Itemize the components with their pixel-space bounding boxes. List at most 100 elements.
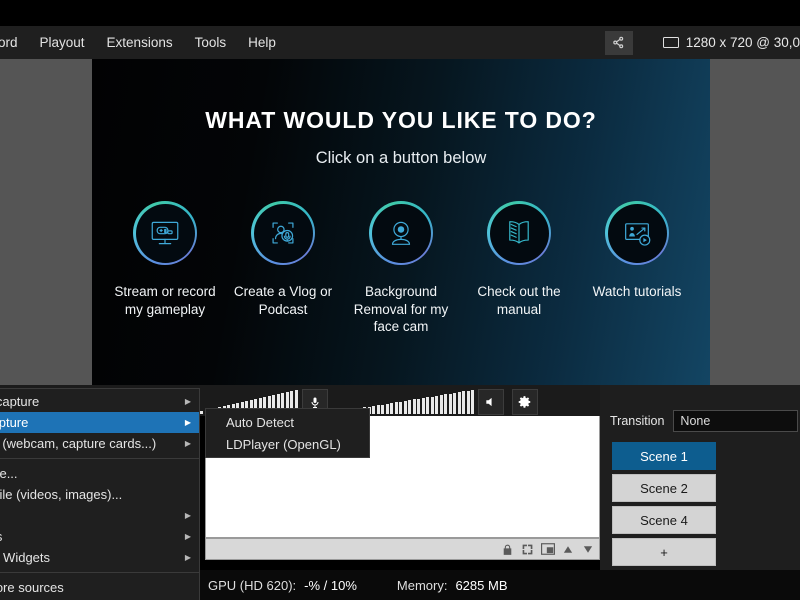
meter-bar xyxy=(426,397,429,414)
title-strip xyxy=(0,0,800,26)
menu-item-tools[interactable]: Tools xyxy=(184,26,238,59)
meter-bar xyxy=(430,396,434,414)
scene-button-scene-4[interactable]: Scene 4 xyxy=(612,506,716,534)
left-dock-panel xyxy=(0,59,92,385)
menu-item-extensions[interactable]: Extensions xyxy=(96,26,184,59)
meter-bar xyxy=(439,395,443,414)
meter-bar xyxy=(417,398,420,414)
sources-toolbar xyxy=(205,538,600,560)
speaker-icon[interactable] xyxy=(478,389,504,415)
meter-bar xyxy=(421,397,425,414)
meter-bar xyxy=(394,402,398,414)
menu-bar-right: 1280 x 720 @ 30,0 xyxy=(604,26,800,59)
menu-separator xyxy=(0,458,199,459)
welcome-card-row: Stream or record my gameplay Create a Vl… xyxy=(92,201,710,336)
context-menu-item-label: n capture xyxy=(0,394,40,409)
welcome-card-5[interactable]: Watch tutorials xyxy=(578,201,696,336)
move-up-icon[interactable] xyxy=(559,541,576,558)
transition-select[interactable]: None xyxy=(673,410,799,432)
context-menu-item[interactable]: es (webcam, capture cards...) ▶ xyxy=(0,433,199,454)
welcome-card-4[interactable]: Check out the manual xyxy=(460,201,578,336)
welcome-card-1[interactable]: Stream or record my gameplay xyxy=(106,201,224,336)
menu-item-help[interactable]: Help xyxy=(237,26,287,59)
page-title: WHAT WOULD YOU LIKE TO DO? xyxy=(205,107,597,133)
welcome-card-label: Check out the manual xyxy=(477,284,561,317)
lock-icon[interactable] xyxy=(499,541,516,558)
context-menu-item[interactable]: age... xyxy=(0,463,199,484)
menu-item-ord[interactable]: ord xyxy=(0,26,29,59)
welcome-card-label: Watch tutorials xyxy=(592,284,682,299)
resolution-indicator: 1280 x 720 @ 30,0 xyxy=(662,35,800,50)
memory-status: Memory: 6285 MB xyxy=(397,578,508,593)
meter-bar xyxy=(390,403,393,414)
context-menu-item[interactable]: capture ▶ xyxy=(0,412,199,433)
gpu-value: -% / 10% xyxy=(304,577,357,593)
meter-bar xyxy=(435,395,438,414)
monitor-gamepad-icon xyxy=(135,203,195,263)
person-mic-focus-icon xyxy=(253,203,313,263)
chevron-right-icon: ▶ xyxy=(184,553,191,562)
menu-bar: ord Playout Extensions Tools Help 1280 x 720… xyxy=(0,26,800,59)
meter-bar xyxy=(453,392,456,414)
context-menu-item-label: age... xyxy=(0,466,18,481)
welcome-card-label: Create a Vlog or Podcast xyxy=(233,284,333,317)
context-menu-item[interactable]: ral Widgets ▶ xyxy=(0,547,199,568)
meter-bar xyxy=(376,405,380,414)
layer-icon[interactable] xyxy=(539,541,556,558)
context-menu-item-label: capture xyxy=(0,415,29,430)
chevron-right-icon: ▶ xyxy=(184,532,191,541)
context-menu-item[interactable]: e▶ xyxy=(0,505,199,526)
menu-separator xyxy=(0,572,199,573)
scene-button-scene-1[interactable]: Scene 1 xyxy=(612,442,716,470)
page-subtitle: Click on a button below xyxy=(315,149,487,167)
welcome-card-ring xyxy=(605,201,669,265)
right-dock-panel xyxy=(710,59,800,385)
transition-label: Transition xyxy=(610,414,665,428)
context-menu-item[interactable]: ms ▶ xyxy=(0,526,199,547)
welcome-card-2[interactable]: Create a Vlog or Podcast xyxy=(224,201,342,336)
share-icon[interactable] xyxy=(604,30,633,55)
welcome-card-label: Stream or record my gameplay xyxy=(114,284,216,317)
move-down-icon[interactable] xyxy=(579,541,596,558)
scene-grid: Scene 1 Scene 2 Scene 4 + xyxy=(612,442,800,566)
chevron-right-icon: ▶ xyxy=(184,397,191,406)
submenu-item[interactable]: LDPlayer (OpenGL) xyxy=(206,433,369,455)
context-menu-item-label: a file (videos, images)... xyxy=(0,487,123,502)
gpu-label: GPU (HD 620): xyxy=(208,577,297,593)
welcome-card-label: Background Removal for my face cam xyxy=(353,284,449,334)
welcome-card-ring xyxy=(251,201,315,265)
add-source-context-menu[interactable]: n capture▶capture▶es (webcam, capture ca… xyxy=(0,388,200,600)
tutorial-video-icon xyxy=(607,203,667,263)
context-menu-item-label: ral Widgets xyxy=(0,550,51,565)
scene-button-scene-2[interactable]: Scene 2 xyxy=(612,474,716,502)
game-capture-submenu[interactable]: Auto Detect LDPlayer (OpenGL) xyxy=(205,408,370,458)
meter-bar xyxy=(385,403,389,414)
chevron-right-icon: ▶ xyxy=(184,418,191,427)
meter-bar xyxy=(457,392,461,414)
menu-item-playout[interactable]: Playout xyxy=(29,26,96,59)
chevron-right-icon: ▶ xyxy=(184,439,191,448)
context-menu-item-label: ms xyxy=(0,529,2,544)
submenu-item[interactable]: Auto Detect xyxy=(206,411,369,433)
meter-bar xyxy=(412,399,416,414)
meter-bar xyxy=(466,390,470,414)
webcam-icon xyxy=(371,203,431,263)
meter-bar xyxy=(471,390,474,414)
context-menu-item[interactable]: n capture ▶ xyxy=(0,391,199,412)
context-menu-item[interactable]: a file (videos, images)... xyxy=(0,484,199,505)
memory-value: 6285 MB xyxy=(455,577,508,593)
welcome-card-3[interactable]: Background Removal for my face cam xyxy=(342,201,460,336)
book-icon xyxy=(489,203,549,263)
meter-bar xyxy=(403,400,407,414)
scene-button-[interactable]: + xyxy=(612,538,716,566)
meter-bar xyxy=(399,401,402,414)
resolution-text: 1280 x 720 @ 30,0 xyxy=(685,35,800,50)
expand-icon[interactable] xyxy=(519,541,536,558)
context-menu-item-label: es (webcam, capture cards...) xyxy=(0,436,157,451)
preview-canvas[interactable]: WHAT WOULD YOU LIKE TO DO? Click on a bu… xyxy=(92,59,710,385)
gear-icon[interactable] xyxy=(512,389,538,415)
meter-bar xyxy=(381,404,384,414)
memory-label: Memory: xyxy=(396,577,448,593)
gpu-status: GPU (HD 620): -% / 10% xyxy=(208,578,357,593)
context-menu-item[interactable]: more sources xyxy=(0,577,199,598)
